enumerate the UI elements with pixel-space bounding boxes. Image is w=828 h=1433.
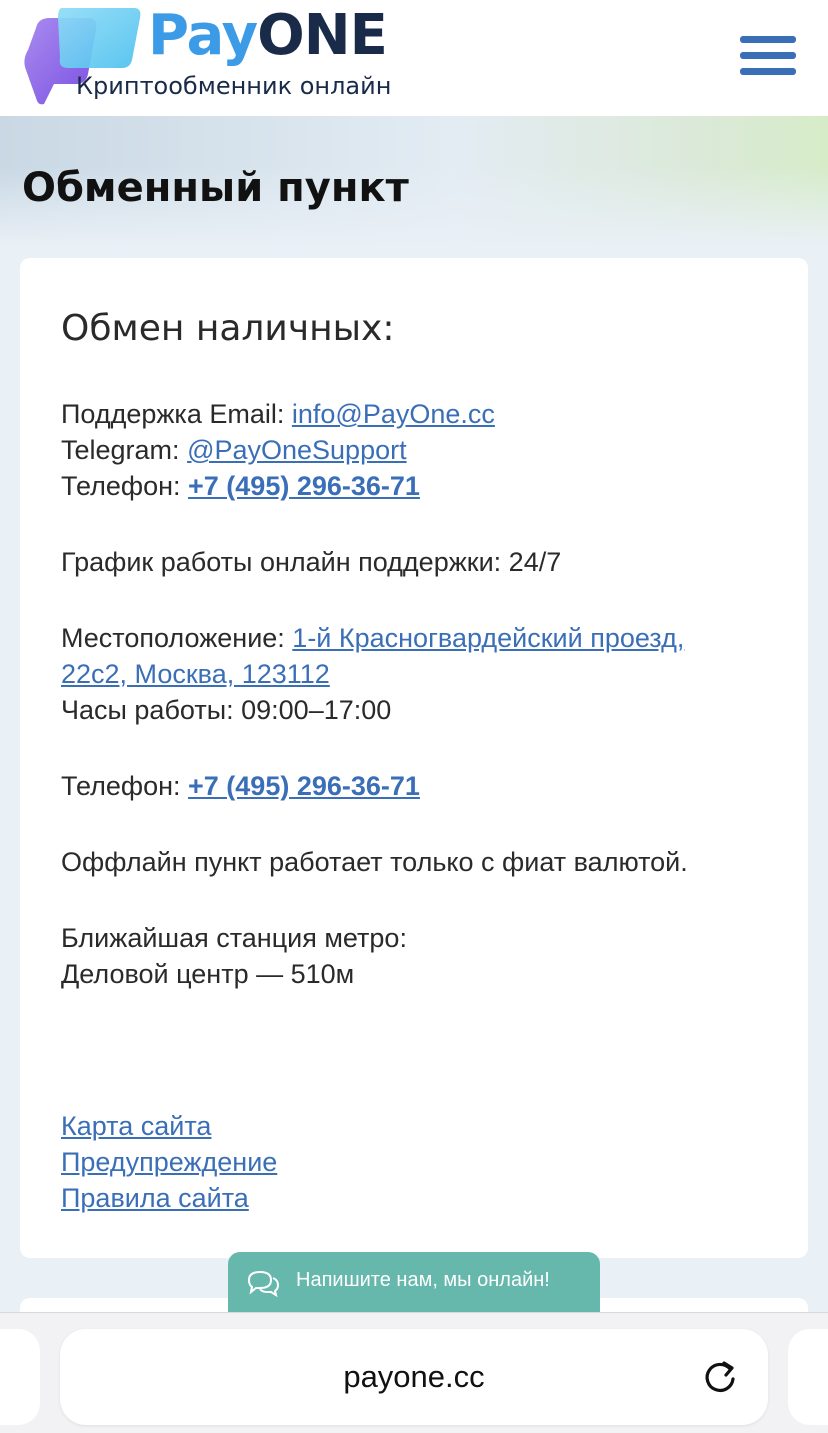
metro-label: Ближайшая станция метро: xyxy=(61,923,407,953)
location-label: Местоположение: xyxy=(61,623,293,653)
chat-bubbles-icon xyxy=(247,1270,280,1298)
support-schedule: График работы онлайн поддержки: 24/7 xyxy=(61,547,562,577)
browser-address-bar: payone.cc xyxy=(0,1312,828,1433)
brand-name[interactable]: PayONE xyxy=(148,8,388,64)
telegram-label: Telegram: xyxy=(61,435,188,465)
location-line-2: 22с2, Москва, 123112 xyxy=(61,656,330,692)
rules-link[interactable]: Правила сайта xyxy=(61,1183,249,1213)
page-title: Обменный пункт xyxy=(22,165,409,211)
card-title: Обмен наличных: xyxy=(61,308,395,349)
footer-link-warning[interactable]: Предупреждение xyxy=(61,1144,277,1180)
support-email-link[interactable]: info@PayOne.cc xyxy=(292,399,495,429)
phone-link[interactable]: +7 (495) 296-36-71 xyxy=(188,471,420,501)
brand-subtitle: Криптообменник онлайн xyxy=(76,72,392,100)
phone-line: Телефон: +7 (495) 296-36-71 xyxy=(61,468,420,504)
next-tab[interactable] xyxy=(788,1329,828,1425)
phone-label: Телефон: xyxy=(61,471,189,501)
hours-line: Часы работы: 09:00–17:00 xyxy=(61,692,391,728)
support-email-line: Поддержка Email: info@PayOne.cc xyxy=(61,396,495,432)
offline-note: Оффлайн пункт работает только с фиат вал… xyxy=(61,847,688,877)
url-field[interactable]: payone.cc xyxy=(60,1329,768,1425)
footer-link-rules[interactable]: Правила сайта xyxy=(61,1180,249,1216)
phone-line-2: Телефон: +7 (495) 296-36-71 xyxy=(61,768,420,804)
footer-link-sitemap[interactable]: Карта сайта xyxy=(61,1108,211,1144)
brand-pay: Pay xyxy=(148,3,258,68)
exchange-info-card: Обмен наличных: Поддержка Email: info@Pa… xyxy=(20,258,808,1258)
telegram-link[interactable]: @PayOneSupport xyxy=(187,435,407,465)
url-text: payone.cc xyxy=(343,1359,485,1394)
metro-value: Деловой центр — 510м xyxy=(61,959,355,989)
hamburger-menu-icon[interactable] xyxy=(734,32,802,80)
brand-one: ONE xyxy=(257,3,388,68)
location-link-line2[interactable]: 22с2, Москва, 123112 xyxy=(61,659,330,689)
site-header: PayONE Криптообменник онлайн xyxy=(0,0,828,116)
telegram-line: Telegram: @PayOneSupport xyxy=(61,432,407,468)
sitemap-link[interactable]: Карта сайта xyxy=(61,1111,211,1141)
phone2-link[interactable]: +7 (495) 296-36-71 xyxy=(188,771,420,801)
location-line: Местоположение: 1-й Красногвардейский пр… xyxy=(61,620,684,656)
chat-label: Напишите нам, мы онлайн! xyxy=(296,1269,550,1291)
chat-button[interactable]: Напишите нам, мы онлайн! xyxy=(228,1252,600,1312)
hours-value: 09:00–17:00 xyxy=(241,695,392,725)
phone2-label: Телефон: xyxy=(61,771,189,801)
hours-label: Часы работы: xyxy=(61,695,242,725)
warning-link[interactable]: Предупреждение xyxy=(61,1147,277,1177)
previous-tab[interactable] xyxy=(0,1329,40,1425)
reload-icon[interactable] xyxy=(700,1357,740,1397)
support-email-label: Поддержка Email: xyxy=(61,399,292,429)
location-link-line1[interactable]: 1-й Красногвардейский проезд, xyxy=(292,623,684,653)
